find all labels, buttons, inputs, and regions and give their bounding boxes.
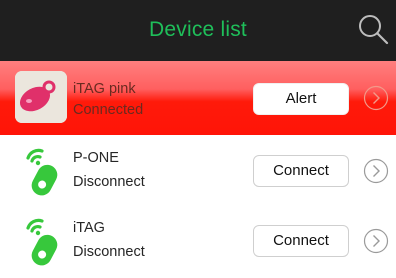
device-row-p-one[interactable]: P-ONE Disconnect Connect bbox=[0, 138, 396, 208]
device-status: Disconnect bbox=[73, 174, 145, 190]
chevron-right-icon[interactable] bbox=[363, 85, 389, 111]
connect-button[interactable]: Connect bbox=[253, 225, 349, 257]
page-title: Device list bbox=[149, 18, 247, 41]
chevron-right-icon[interactable] bbox=[363, 158, 389, 184]
device-status: Disconnect bbox=[73, 244, 145, 260]
pink-tag-photo-icon bbox=[15, 71, 67, 123]
app-header: Device list bbox=[0, 0, 396, 61]
device-name: iTAG pink bbox=[73, 81, 136, 97]
device-name: P-ONE bbox=[73, 150, 119, 166]
chevron-right-icon[interactable] bbox=[363, 228, 389, 254]
device-status: Connected bbox=[73, 102, 144, 118]
search-icon[interactable] bbox=[356, 12, 390, 46]
device-row-itag-pink[interactable]: iTAG pink Connected Alert bbox=[0, 61, 396, 135]
tag-signal-icon bbox=[26, 148, 58, 196]
device-row-itag[interactable]: iTAG Disconnect Connect bbox=[0, 208, 396, 278]
alert-button[interactable]: Alert bbox=[253, 83, 349, 115]
connect-button[interactable]: Connect bbox=[253, 155, 349, 187]
device-name: iTAG bbox=[73, 220, 105, 236]
